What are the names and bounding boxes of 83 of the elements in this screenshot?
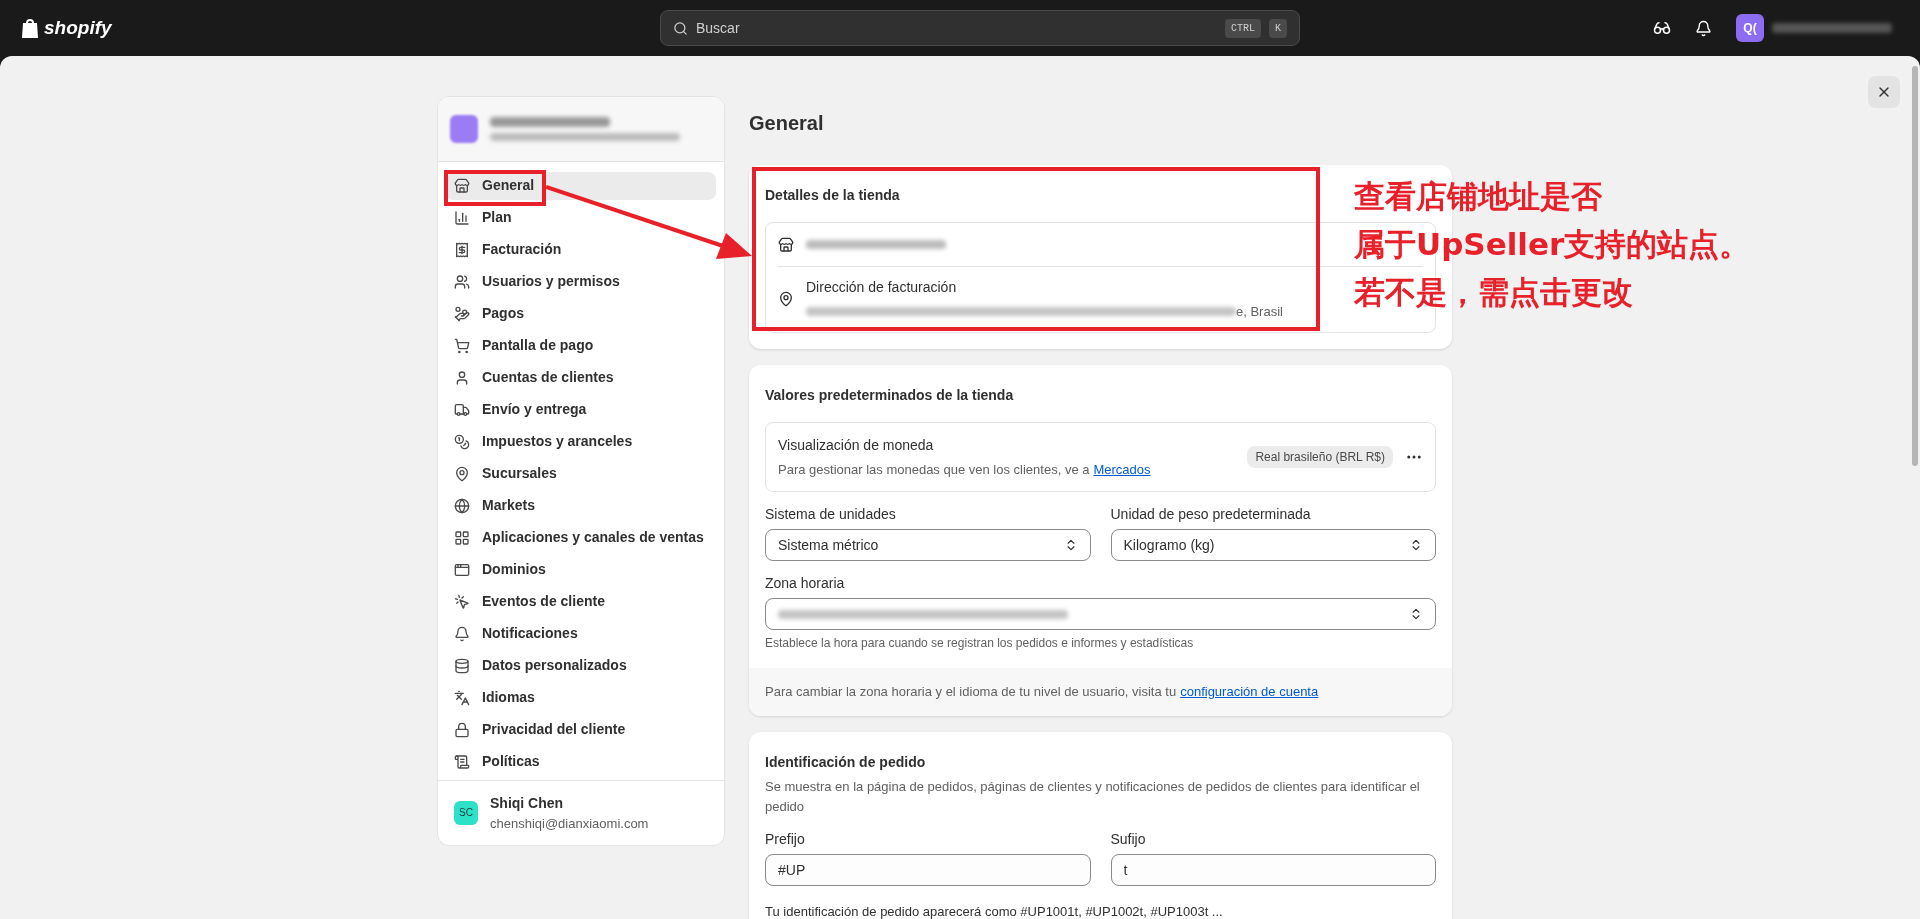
sidebar-item[interactable]: Pantalla de pago xyxy=(446,331,716,360)
text-field[interactable]: #UP xyxy=(765,853,1091,886)
field-label: Sufijo xyxy=(1110,829,1147,849)
page-title: General xyxy=(749,111,825,136)
sidebar-item[interactable]: Plan xyxy=(446,203,716,232)
field-label: Unidad de peso predeterminada xyxy=(1110,505,1312,524)
annotation-text: 查看店铺地址是否 xyxy=(1354,177,1603,216)
card-description: Se muestra en la página de pedidos, páginas de clientes y notificaciones de pedidos de clientes para identificar el pedido xyxy=(765,777,1421,816)
sidebar-item[interactable]: Dominios xyxy=(446,555,716,584)
hand-coins-icon xyxy=(454,305,470,322)
sidebar-item[interactable]: Aplicaciones y canales de ventas xyxy=(446,523,716,552)
sidebar-item[interactable]: Sucursales xyxy=(446,459,716,488)
field-label: Sistema de unidades xyxy=(765,505,897,524)
grid-icon xyxy=(454,529,470,546)
currency-label: Visualización de moneda xyxy=(778,435,935,455)
sidebar-item[interactable]: Impuestos y aranceles xyxy=(446,427,716,456)
globe-icon xyxy=(454,497,470,514)
bar-chart-icon xyxy=(454,209,470,226)
map-pin-icon xyxy=(778,291,794,308)
order-id-preview: Tu identificación de pedido aparecerá como #UP1001t, #UP1002t, #UP1003t ... xyxy=(765,902,1224,919)
annotation-text: 属于UpSeller支持的站点。 xyxy=(1354,225,1751,264)
map-pin-icon xyxy=(454,465,470,482)
window-icon xyxy=(454,561,470,578)
sidebar-item[interactable]: General xyxy=(446,171,716,200)
store-icon xyxy=(454,177,470,194)
close-button[interactable] xyxy=(1868,76,1900,108)
card-title: Identificación de pedido xyxy=(765,752,927,772)
address-tail: e, Brasil xyxy=(1236,303,1283,321)
sidebar-item[interactable]: Datos personalizados xyxy=(446,651,716,680)
currency-hint: Para gestionar las monedas que ven los clientes, ve a xyxy=(778,460,1090,479)
user-email: chenshiqi@dianxiaomi.com xyxy=(490,814,649,833)
sidebar-item[interactable]: Facturación xyxy=(446,235,716,264)
sidebar-item[interactable]: Idiomas xyxy=(446,683,716,712)
account-settings-link[interactable]: configuración de cuenta xyxy=(1180,682,1319,702)
select-field[interactable]: Sistema métrico xyxy=(765,529,1091,561)
user-name: Shiqi Chen xyxy=(490,793,565,813)
sidebar-item[interactable]: Cuentas de clientes xyxy=(446,363,716,392)
lock-icon xyxy=(454,721,470,738)
billing-address-label: Dirección de facturación xyxy=(806,278,958,297)
select-field[interactable]: Kilogramo (kg) xyxy=(1110,529,1436,561)
avatar[interactable]: Q( xyxy=(1736,14,1764,42)
store-avatar xyxy=(450,114,478,143)
field-label: Zona horaria xyxy=(765,574,846,593)
database-icon xyxy=(454,657,470,674)
timezone-help: Establece la hora para cuando se registran los pedidos e informes y estadísticas xyxy=(765,635,1195,652)
store-icon xyxy=(778,236,794,253)
sidebar-item[interactable]: Pagos xyxy=(446,299,716,328)
user-avatar: SC xyxy=(454,800,478,825)
pointer-click-icon xyxy=(454,593,470,610)
notifications-icon[interactable] xyxy=(1695,19,1712,37)
shopping-bag-logo-icon xyxy=(20,17,40,39)
logo-text[interactable]: shopify xyxy=(44,13,112,43)
scroll-icon xyxy=(454,753,470,770)
sidebar-item[interactable]: Usuarios y permisos xyxy=(446,267,716,296)
markets-link[interactable]: Mercados xyxy=(1093,459,1151,479)
annotation-text: 若不是，需点击更改 xyxy=(1354,273,1634,312)
search-icon xyxy=(673,20,688,36)
users-icon xyxy=(454,273,470,290)
truck-icon xyxy=(454,401,470,418)
sidebar-item[interactable]: Envío y entrega xyxy=(446,395,716,424)
sidebar-item[interactable]: Privacidad del cliente xyxy=(446,715,716,744)
sidebar-item[interactable]: Markets xyxy=(446,491,716,520)
select-field[interactable] xyxy=(765,598,1436,630)
search-field[interactable]: Buscar CTRL K xyxy=(660,10,1300,46)
currency-badge: Real brasileño (BRL R$) xyxy=(1247,445,1393,468)
person-icon xyxy=(454,369,470,386)
card-title: Detalles de la tienda xyxy=(765,186,900,205)
sidebar-item[interactable]: Eventos de cliente xyxy=(446,587,716,616)
coins-icon xyxy=(454,433,470,450)
field-label: Prefijo xyxy=(765,829,806,849)
shortcut-key: CTRL xyxy=(1224,18,1261,38)
card-title: Valores predeterminados de la tienda xyxy=(765,385,1015,405)
footer-text: Para cambiar la zona horaria y el idioma de tu nivel de usuario, visita tu xyxy=(765,683,1177,701)
cart-icon xyxy=(454,337,470,354)
receipt-icon xyxy=(454,241,470,258)
sidebar-item[interactable]: Políticas xyxy=(446,747,716,776)
glasses-icon[interactable] xyxy=(1653,19,1671,37)
bell-icon xyxy=(454,625,470,642)
sidebar-item[interactable]: Notificaciones xyxy=(446,619,716,648)
shortcut-key: K xyxy=(1269,18,1287,38)
languages-icon xyxy=(454,689,470,706)
text-field[interactable]: t xyxy=(1110,853,1436,886)
search-placeholder: Buscar xyxy=(696,18,741,38)
